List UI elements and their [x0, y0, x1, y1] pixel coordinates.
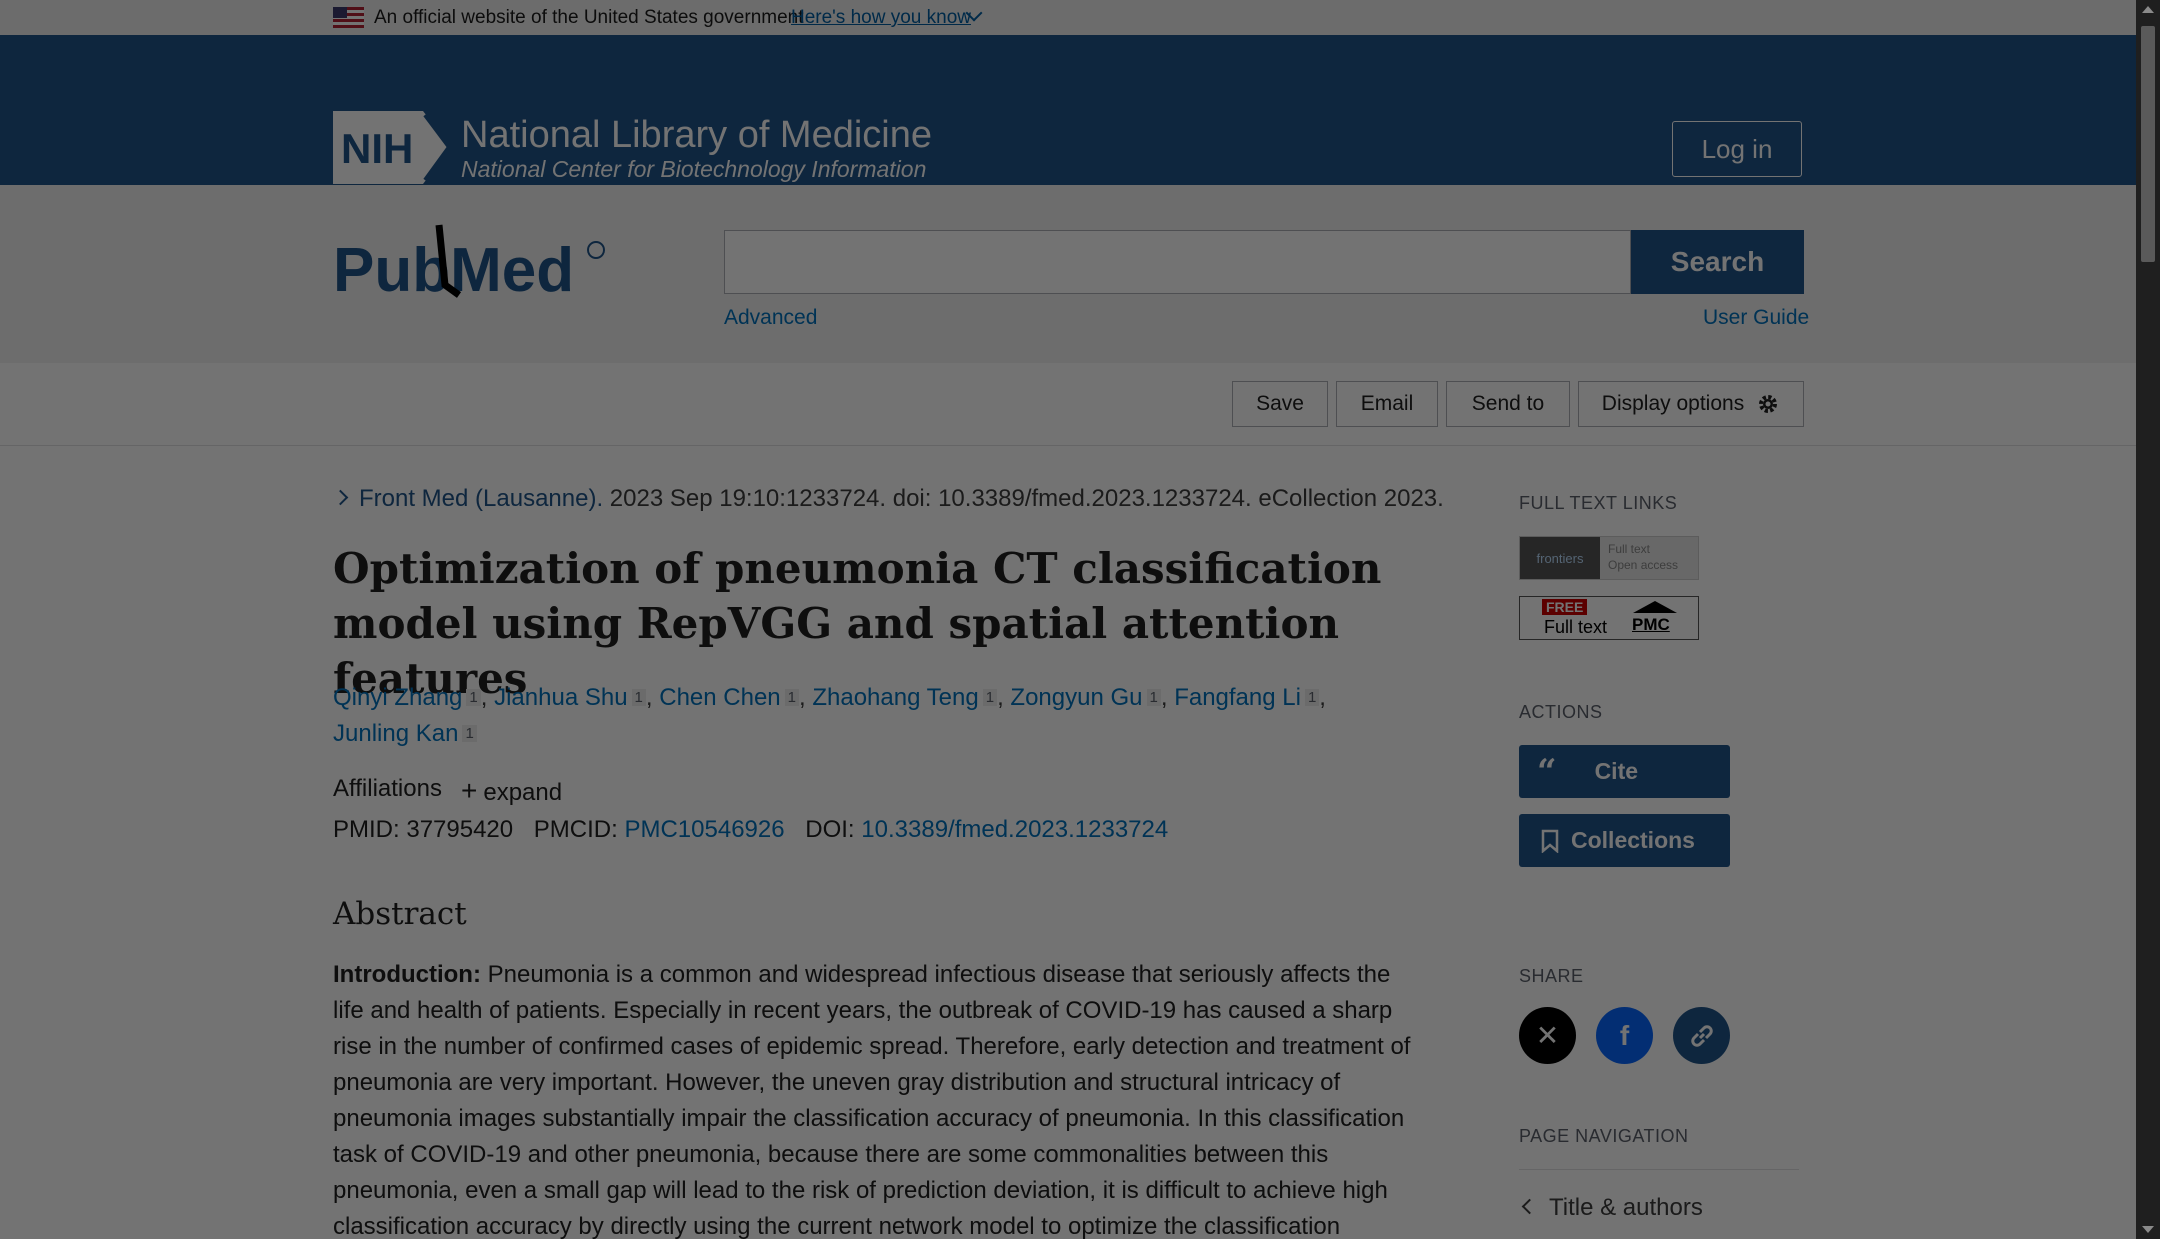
facebook-share-button[interactable]: f — [1596, 1007, 1653, 1064]
article-citation: Front Med (Lausanne). 2023 Sep 19:10:123… — [333, 485, 1444, 513]
nih-logo-text: NIH — [341, 125, 413, 172]
nlm-header: NIH National Library of Medicine Nationa… — [0, 35, 2136, 185]
advanced-search-link[interactable]: Advanced — [724, 306, 817, 330]
pmid-label: PMID: — [333, 816, 400, 843]
free-badge: FREE — [1542, 599, 1588, 615]
copy-link-share-button[interactable] — [1673, 1007, 1730, 1064]
org-title[interactable]: National Library of Medicine — [461, 114, 932, 157]
article-toolbar — [0, 363, 2136, 446]
author-link[interactable]: Zongyun Gu — [1010, 684, 1142, 711]
scrollbar-thumb[interactable] — [2141, 26, 2155, 262]
divider — [1519, 1169, 1799, 1170]
author-link[interactable]: Fangfang Li — [1174, 684, 1301, 711]
affiliation-ref[interactable]: 1 — [1146, 689, 1161, 706]
author-list: Qinyi Zhang 1, Jianhua Shu 1, Chen Chen 1, … — [333, 684, 1326, 747]
abstract-heading: Abstract — [333, 896, 467, 932]
facebook-icon: f — [1619, 1019, 1630, 1051]
pubmed-logo-icon[interactable]: PubMed — [333, 221, 608, 317]
org-subtitle: National Center for Biotechnology Inform… — [461, 156, 927, 182]
page-navigation-heading: PAGE NAVIGATION — [1519, 1126, 1689, 1146]
citation-details: 2023 Sep 19:10:1233724. doi: 10.3389/fme… — [603, 485, 1444, 512]
email-button[interactable]: Email — [1336, 381, 1438, 427]
affiliations-label: Affiliations — [333, 775, 442, 802]
search-input[interactable] — [724, 230, 1631, 294]
pmcid-link[interactable]: PMC10546926 — [624, 816, 784, 843]
gov-banner-text: An official website of the United States… — [374, 7, 804, 28]
gear-icon — [1759, 395, 1778, 413]
pmcid-label: PMCID: — [533, 816, 618, 843]
author-link[interactable]: Zhaohang Teng — [812, 684, 978, 711]
abstract-intro-text: Pneumonia is a common and widespread inf… — [333, 961, 1411, 1239]
page-nav-title-authors[interactable]: Title & authors — [1549, 1194, 1703, 1222]
display-options-label: Display options — [1601, 392, 1745, 415]
vertical-scrollbar[interactable] — [2136, 0, 2160, 1239]
frontiers-caption: Full text Open access — [1608, 542, 1679, 572]
article-identifiers: PMID: 37795420 PMCID: PMC10546926 DOI: 1… — [333, 816, 1168, 844]
author-link[interactable]: Junling Kan — [333, 720, 458, 747]
plus-icon: + — [461, 775, 478, 806]
save-button[interactable]: Save — [1232, 381, 1328, 427]
affiliation-ref[interactable]: 1 — [1304, 689, 1320, 706]
x-icon: ✕ — [1535, 1020, 1560, 1051]
cite-button[interactable]: “ Cite — [1519, 745, 1730, 798]
share-heading: SHARE — [1519, 966, 1584, 986]
display-options-button[interactable]: Display options — [1578, 381, 1804, 427]
scroll-up-icon[interactable] — [2142, 6, 2154, 13]
frontiers-logo: frontiers — [1520, 537, 1600, 579]
affiliations-expand-button[interactable]: + expand — [461, 775, 562, 807]
nih-logo-icon[interactable]: NIH — [333, 111, 451, 184]
abstract-paragraph: Introduction: Pneumonia is a common and … — [333, 957, 1418, 1239]
pmc-full-text-link[interactable]: FREE Full text PMC — [1519, 596, 1699, 640]
pmc-full-text-label: Full text — [1544, 617, 1608, 637]
cite-label: Cite — [1594, 758, 1639, 784]
us-flag-icon — [333, 7, 364, 28]
scroll-down-icon[interactable] — [2142, 1226, 2154, 1233]
full-text-links-heading: FULL TEXT LINKS — [1519, 493, 1678, 513]
frontiers-full-text-link[interactable]: frontiers Full text Open access — [1519, 536, 1699, 580]
affiliation-ref[interactable]: 1 — [784, 689, 799, 706]
doi-label: DOI: — [805, 816, 855, 843]
pmid-value: 37795420 — [406, 816, 514, 843]
pmc-label: PMC — [1632, 615, 1670, 634]
affiliation-ref[interactable]: 1 — [631, 689, 646, 706]
author-link[interactable]: Chen Chen — [659, 684, 780, 711]
author-link[interactable]: Jianhua Shu — [494, 684, 627, 711]
affiliation-ref[interactable]: 1 — [982, 689, 998, 706]
collections-label: Collections — [1571, 827, 1695, 853]
link-icon — [1690, 1024, 1713, 1047]
affiliation-ref[interactable]: 1 — [462, 725, 477, 742]
login-button[interactable]: Log in — [1672, 121, 1802, 177]
actions-heading: ACTIONS — [1519, 702, 1603, 722]
doi-link[interactable]: 10.3389/fmed.2023.1233724 — [861, 816, 1168, 843]
search-button[interactable]: Search — [1631, 230, 1804, 294]
pmc-building-icon — [1633, 601, 1677, 613]
bookmark-icon — [1541, 829, 1559, 853]
quote-icon: “ — [1537, 751, 1557, 792]
collections-button[interactable]: Collections — [1519, 814, 1730, 867]
affiliation-ref[interactable]: 1 — [466, 689, 481, 706]
page: An official website of the United States… — [0, 0, 2136, 1239]
journal-link[interactable]: Front Med (Lausanne). — [359, 485, 603, 512]
x-twitter-share-button[interactable]: ✕ — [1519, 1007, 1576, 1064]
gov-banner-link[interactable]: Here's how you know — [791, 7, 971, 29]
user-guide-link[interactable]: User Guide — [1703, 306, 1809, 330]
author-link[interactable]: Qinyi Zhang — [333, 684, 462, 711]
abstract-intro-label: Introduction: — [333, 961, 481, 988]
send-to-button[interactable]: Send to — [1446, 381, 1570, 427]
expand-label: expand — [483, 779, 563, 806]
gov-banner: An official website of the United States… — [0, 0, 2136, 35]
